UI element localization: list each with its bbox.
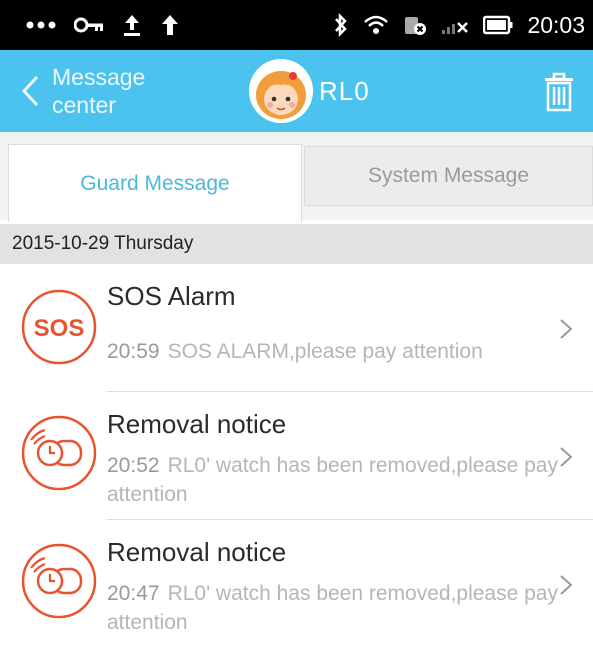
watch-removed-icon [21,543,97,619]
key-icon [74,17,104,33]
message-text: RL0' watch has been removed,please pay a… [107,454,558,506]
message-time: 20:59 [107,340,160,363]
back-button[interactable]: Message center [18,50,172,132]
arrow-up-icon [160,13,180,37]
list-item[interactable]: Removal notice 20:47 RL0' watch has been … [0,520,593,648]
message-body: 20:59 SOS ALARM,please pay attention [107,337,559,366]
upload-icon [122,13,142,37]
avatar [249,59,313,123]
message-body: 20:47 RL0' watch has been removed,please … [107,579,559,637]
message-title: SOS Alarm [107,281,236,311]
back-label: Message center [52,64,146,118]
message-list: SOS SOS Alarm 20:59 SOS ALARM,please pay … [0,264,593,648]
chevron-right-icon [560,447,573,467]
svg-text:SOS: SOS [34,315,85,342]
signal-icon [441,15,469,35]
list-item[interactable]: SOS SOS Alarm 20:59 SOS ALARM,please pay … [0,264,593,392]
battery-icon [483,15,513,35]
device-info[interactable]: RL0 [249,59,370,123]
status-right: 20:03 [333,12,585,39]
back-chevron-icon [21,75,39,107]
chevron-right-icon [560,319,573,339]
list-item[interactable]: Removal notice 20:52 RL0' watch has been … [0,392,593,520]
watch-removed-icon [21,415,97,491]
sim-icon [403,14,427,36]
bluetooth-icon [333,13,349,37]
tab-guard-message[interactable]: Guard Message [8,144,302,222]
message-time: 20:47 [107,582,160,605]
date-header: 2015-10-29 Thursday [0,224,593,264]
message-body: 20:52 RL0' watch has been removed,please … [107,451,559,509]
sos-icon: SOS [21,289,97,365]
app-header: Message center RL0 [0,50,593,132]
chevron-right-icon [560,575,573,595]
more-dots-icon [26,21,56,29]
message-tabs: Guard Message System Message [0,132,593,222]
status-bar: 20:03 [0,0,593,50]
status-time: 20:03 [527,11,585,38]
wifi-icon [363,14,389,36]
tab-system-message[interactable]: System Message [304,146,593,206]
message-title: Removal notice [107,537,287,567]
trash-icon[interactable] [541,72,577,112]
message-title: Removal notice [107,409,287,439]
message-text: RL0' watch has been removed,please pay a… [107,582,558,634]
status-left [26,13,180,37]
device-title: RL0 [319,75,370,106]
message-time: 20:52 [107,454,160,477]
message-text: SOS ALARM,please pay attention [167,340,483,363]
